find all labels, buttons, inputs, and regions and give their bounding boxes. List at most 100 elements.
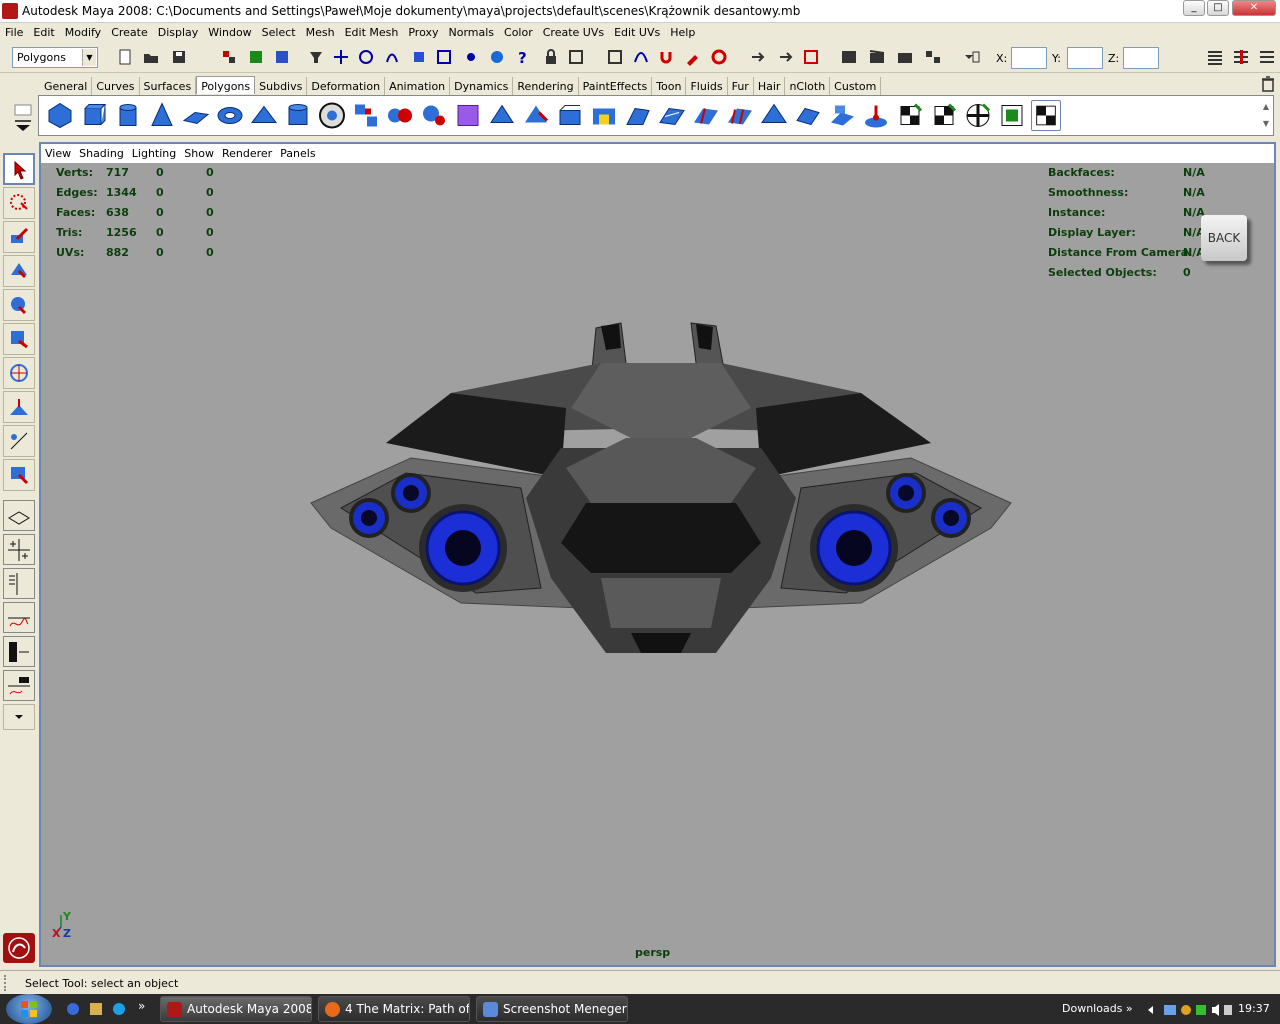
panel-menu-lighting[interactable]: Lighting xyxy=(128,144,180,160)
menu-edit-mesh[interactable]: Edit Mesh xyxy=(340,23,404,39)
uv-texture-editor-icon[interactable] xyxy=(1031,100,1061,131)
panel-menu-view[interactable]: View xyxy=(41,144,75,160)
layout-persp-trax-button[interactable] xyxy=(3,670,35,701)
quick-launch-app-icon[interactable] xyxy=(89,1002,103,1016)
spaceship-model[interactable] xyxy=(301,288,1021,678)
menu-help[interactable]: Help xyxy=(665,23,700,39)
tab-animation[interactable]: Animation xyxy=(385,77,451,95)
poke-faces-icon[interactable] xyxy=(861,100,891,131)
poly-torus-icon[interactable] xyxy=(215,100,245,131)
sculpt-icon[interactable] xyxy=(521,100,551,131)
curve-tool-icon[interactable] xyxy=(632,48,650,66)
tab-hair[interactable]: Hair xyxy=(754,77,786,95)
smooth-proxy-icon[interactable] xyxy=(453,100,483,131)
chevron-down-icon[interactable]: ▼ xyxy=(82,49,96,66)
tab-general[interactable]: General xyxy=(40,77,93,95)
shelf-scroll-arrows[interactable]: ▲ ▼ xyxy=(1261,98,1271,133)
poly-prism-icon[interactable] xyxy=(249,100,279,131)
cut-faces-icon[interactable] xyxy=(827,100,857,131)
menu-modify[interactable]: Modify xyxy=(60,23,106,39)
lock-icon[interactable] xyxy=(542,48,560,66)
tab-custom[interactable]: Custom xyxy=(830,77,882,95)
y-field[interactable] xyxy=(1067,47,1103,69)
live-surface-icon[interactable] xyxy=(435,48,453,66)
menu-edit-uvs[interactable]: Edit UVs xyxy=(609,23,665,39)
tab-rendering[interactable]: Rendering xyxy=(513,77,579,95)
show-desktop-icon[interactable] xyxy=(66,1002,80,1016)
skype-icon[interactable] xyxy=(112,1002,126,1016)
layout-four-view-button[interactable] xyxy=(3,534,35,565)
poly-sphere-icon[interactable] xyxy=(45,100,75,131)
poly-plane-icon[interactable] xyxy=(181,100,211,131)
menu-window[interactable]: Window xyxy=(203,23,256,39)
snap-view-plane-icon[interactable] xyxy=(410,48,428,66)
magnet-icon[interactable] xyxy=(657,48,675,66)
planar-uv-icon[interactable] xyxy=(929,100,959,131)
universal-manipulator-button[interactable] xyxy=(3,357,35,389)
extrude-icon[interactable] xyxy=(555,100,585,131)
input-mode-icon[interactable] xyxy=(962,48,980,66)
viewport[interactable]: Verts: 717 0 0 Edges: 1344 0 0 Faces: 63… xyxy=(41,163,1274,965)
paint-select-tool-button[interactable] xyxy=(3,221,35,253)
help-line-grip[interactable] xyxy=(4,975,8,991)
append-polygon-icon[interactable] xyxy=(623,100,653,131)
menu-create[interactable]: Create xyxy=(106,23,153,39)
z-field[interactable] xyxy=(1123,47,1159,69)
tab-ncloth[interactable]: nCloth xyxy=(785,77,831,95)
menu-create-uvs[interactable]: Create UVs xyxy=(538,23,609,39)
save-scene-icon[interactable] xyxy=(170,48,188,66)
task-maya[interactable]: Autodesk Maya 2008... xyxy=(160,996,312,1022)
menu-color[interactable]: Color xyxy=(499,23,538,39)
shelf-menu-icon[interactable] xyxy=(9,101,36,139)
show-manipulator-button[interactable] xyxy=(3,425,35,457)
layout-options-button[interactable] xyxy=(3,704,35,730)
menu-proxy[interactable]: Proxy xyxy=(403,23,443,39)
view-cube-back-button[interactable]: BACK xyxy=(1201,215,1247,261)
tab-deformation[interactable]: Deformation xyxy=(307,77,386,95)
insert-edge-loop-icon[interactable] xyxy=(691,100,721,131)
layout-single-perspective-button[interactable] xyxy=(3,500,35,531)
downloads-more[interactable]: » xyxy=(1126,1002,1133,1015)
tab-surfaces[interactable]: Surfaces xyxy=(140,77,197,95)
tab-curves[interactable]: Curves xyxy=(92,77,140,95)
poly-cylinder-icon[interactable] xyxy=(113,100,143,131)
select-by-component-icon[interactable] xyxy=(273,48,291,66)
panel-menu-shading[interactable]: Shading xyxy=(75,144,128,160)
task-firefox[interactable]: 4 The Matrix: Path of... xyxy=(318,996,470,1022)
quick-launch-more[interactable]: » xyxy=(138,999,145,1013)
tab-fluids[interactable]: Fluids xyxy=(686,77,728,95)
split-polygon-icon[interactable] xyxy=(657,100,687,131)
separate-icon[interactable] xyxy=(385,100,415,131)
smooth-icon[interactable] xyxy=(487,100,517,131)
system-tray-icons[interactable] xyxy=(1146,1003,1234,1017)
bridge-icon[interactable] xyxy=(589,100,619,131)
new-scene-icon[interactable] xyxy=(116,48,134,66)
select-by-hierarchy-icon[interactable] xyxy=(220,48,238,66)
open-scene-icon[interactable] xyxy=(142,48,160,66)
menu-file[interactable]: File xyxy=(0,23,28,39)
scale-tool-button[interactable] xyxy=(3,323,35,355)
render-current-frame-icon[interactable] xyxy=(868,48,886,66)
maximize-button[interactable]: □ xyxy=(1207,0,1229,16)
downloads-toolbar[interactable]: Downloads » xyxy=(1062,1002,1133,1015)
poly-cone-icon[interactable] xyxy=(147,100,177,131)
tab-toon[interactable]: Toon xyxy=(652,77,687,95)
menu-select[interactable]: Select xyxy=(257,23,301,39)
minimize-button[interactable]: _ xyxy=(1183,0,1205,16)
offset-edge-loop-icon[interactable] xyxy=(725,100,755,131)
render-view-icon[interactable] xyxy=(840,48,858,66)
ipr-render-icon[interactable] xyxy=(896,48,914,66)
construction-history-icon[interactable] xyxy=(802,48,820,66)
lasso-tool-button[interactable] xyxy=(3,187,35,219)
task-screenshot-manager[interactable]: Screenshot Meneger ... xyxy=(476,996,628,1022)
start-button[interactable] xyxy=(6,994,52,1024)
poly-cube-icon[interactable] xyxy=(79,100,109,131)
channel-box-icon[interactable] xyxy=(1206,48,1224,66)
input-line-icon[interactable] xyxy=(749,48,767,66)
soft-select-icon[interactable] xyxy=(710,48,728,66)
select-by-object-icon[interactable] xyxy=(247,48,265,66)
tab-polygons[interactable]: Polygons xyxy=(196,76,256,94)
panel-menu-renderer[interactable]: Renderer xyxy=(218,144,276,160)
output-line-icon[interactable] xyxy=(775,48,793,66)
soft-modification-button[interactable] xyxy=(3,391,35,423)
